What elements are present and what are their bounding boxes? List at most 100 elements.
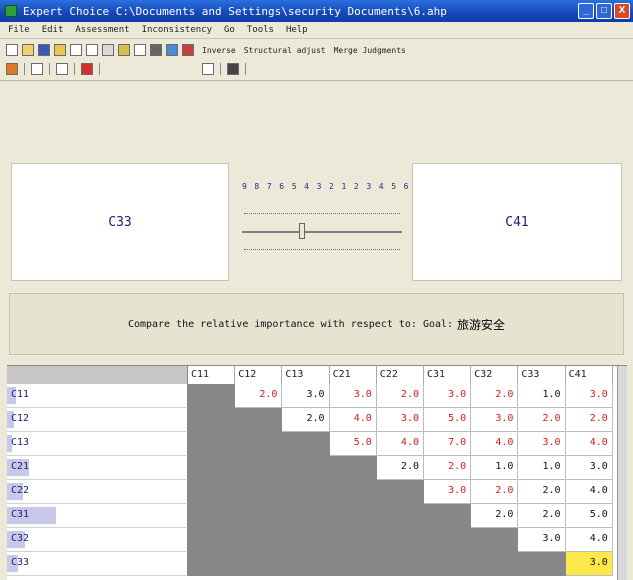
row-header-c12[interactable]: C12 [7,408,188,432]
matrix-cell[interactable]: 3.0 [424,480,472,504]
column-header-c11[interactable]: C11 [188,366,236,384]
matrix-cell[interactable] [188,408,236,432]
menu-go[interactable]: Go [224,25,235,35]
wand-icon[interactable] [182,44,194,56]
matrix-cell[interactable] [471,552,519,576]
matrix-cell[interactable]: 2.0 [376,384,424,408]
preview-icon[interactable] [86,44,98,56]
matrix-cell[interactable]: 2.0 [471,384,519,408]
matrix-cell[interactable] [235,480,283,504]
flame-icon[interactable] [6,63,18,75]
matrix-cell[interactable] [376,528,424,552]
matrix-cell[interactable] [376,504,424,528]
matrix-cell[interactable]: 5.0 [565,504,613,528]
row-header-c22[interactable]: C22 [7,480,188,504]
edit-icon[interactable] [54,44,66,56]
matrix-cell[interactable]: 5.0 [424,408,472,432]
matrix-cell[interactable]: 2.0 [518,504,566,528]
matrix-cell[interactable]: 4.0 [471,432,519,456]
menu-help[interactable]: Help [286,25,308,35]
matrix-cell[interactable] [282,504,330,528]
column-header-c33[interactable]: C33 [518,366,566,384]
matrix-cell[interactable] [235,432,283,456]
matrix-cell[interactable]: 3.0 [471,408,519,432]
title-bar[interactable]: Expert Choice C:\Documents and Settings\… [0,0,633,22]
matrix-cell[interactable]: 3.0 [424,384,472,408]
bar-icon[interactable] [118,44,130,56]
matrix-cell[interactable]: 3.0 [376,408,424,432]
hierarchy-icon[interactable] [102,44,114,56]
matrix-cell[interactable] [329,480,377,504]
grid-icon[interactable] [150,44,162,56]
verbal-icon[interactable] [56,63,68,75]
music-note-icon[interactable] [134,44,146,56]
matrix-cell[interactable]: 2.0 [565,408,613,432]
matrix-cell[interactable] [282,528,330,552]
column-header-c22[interactable]: C22 [376,366,424,384]
column-header-c13[interactable]: C13 [282,366,330,384]
merge-judgments-button[interactable]: Merge Judgments [334,46,406,55]
open-folder-icon[interactable] [22,44,34,56]
column-header-c12[interactable]: C12 [235,366,283,384]
matrix-cell[interactable]: 4.0 [565,432,613,456]
matrix-cell[interactable] [235,408,283,432]
matrix-cell[interactable] [188,384,236,408]
row-header-c33[interactable]: C33 [7,552,188,576]
slider-thumb[interactable] [299,223,305,239]
matrix-cell[interactable]: 2.0 [471,504,519,528]
matrix-cell[interactable] [329,528,377,552]
row-header-c21[interactable]: C21 [7,456,188,480]
matrix-cell[interactable]: 2.0 [518,480,566,504]
inverse-button[interactable]: Inverse [202,46,236,55]
matrix-cell[interactable] [235,552,283,576]
matrix-cell[interactable] [329,552,377,576]
matrix-cell[interactable] [282,480,330,504]
matrix-cell[interactable]: 3.0 [518,432,566,456]
menu-tools[interactable]: Tools [247,25,274,35]
column-header-c41[interactable]: C41 [565,366,613,384]
matrix-cell[interactable]: 4.0 [565,480,613,504]
column-header-c21[interactable]: C21 [329,366,377,384]
row-header-c32[interactable]: C32 [7,528,188,552]
matrix-cell[interactable] [471,528,519,552]
matrix-cell[interactable]: 4.0 [329,408,377,432]
matrix-cell[interactable]: 2.0 [424,456,472,480]
matrix-cell[interactable]: 4.0 [376,432,424,456]
matrix-cell[interactable]: 1.0 [518,384,566,408]
matrix-cell[interactable] [188,528,236,552]
menu-file[interactable]: File [8,25,30,35]
matrix-cell[interactable]: 1.0 [471,456,519,480]
matrix-cell[interactable]: 2.0 [376,456,424,480]
matrix-cell[interactable] [329,456,377,480]
matrix-cell[interactable] [282,456,330,480]
row-header-c31[interactable]: C31 [7,504,188,528]
maximize-button[interactable]: □ [596,3,612,19]
matrix-cell[interactable] [424,504,472,528]
matrix-cell[interactable]: 3.0 [565,456,613,480]
matrix-cell[interactable]: 5.0 [329,432,377,456]
row-header-c11[interactable]: C11 [7,384,188,408]
graphical-icon[interactable] [81,63,93,75]
column-header-c31[interactable]: C31 [424,366,472,384]
matrix-cell[interactable] [188,456,236,480]
arrows-icon[interactable] [202,63,214,75]
structural-adjust-button[interactable]: Structural adjust [244,46,326,55]
matrix-cell[interactable] [188,480,236,504]
matrix-cell[interactable] [376,552,424,576]
matrix-cell[interactable]: 2.0 [471,480,519,504]
matrix-cell[interactable] [329,504,377,528]
matrix-cell[interactable]: 3.0 [329,384,377,408]
column-header-c32[interactable]: C32 [471,366,519,384]
matrix-cell[interactable]: 2.0 [235,384,283,408]
matrix-cell[interactable] [518,552,566,576]
matrix-cell[interactable] [235,456,283,480]
matrix-cell[interactable]: 1.0 [518,456,566,480]
close-button[interactable]: X [614,3,630,19]
matrix-cell[interactable] [188,432,236,456]
menu-assessment[interactable]: Assessment [75,25,129,35]
matrix-cell[interactable] [188,504,236,528]
matrix-cell[interactable] [424,528,472,552]
globe-icon[interactable] [166,44,178,56]
row-header-c13[interactable]: C13 [7,432,188,456]
matrix-cell[interactable] [376,480,424,504]
